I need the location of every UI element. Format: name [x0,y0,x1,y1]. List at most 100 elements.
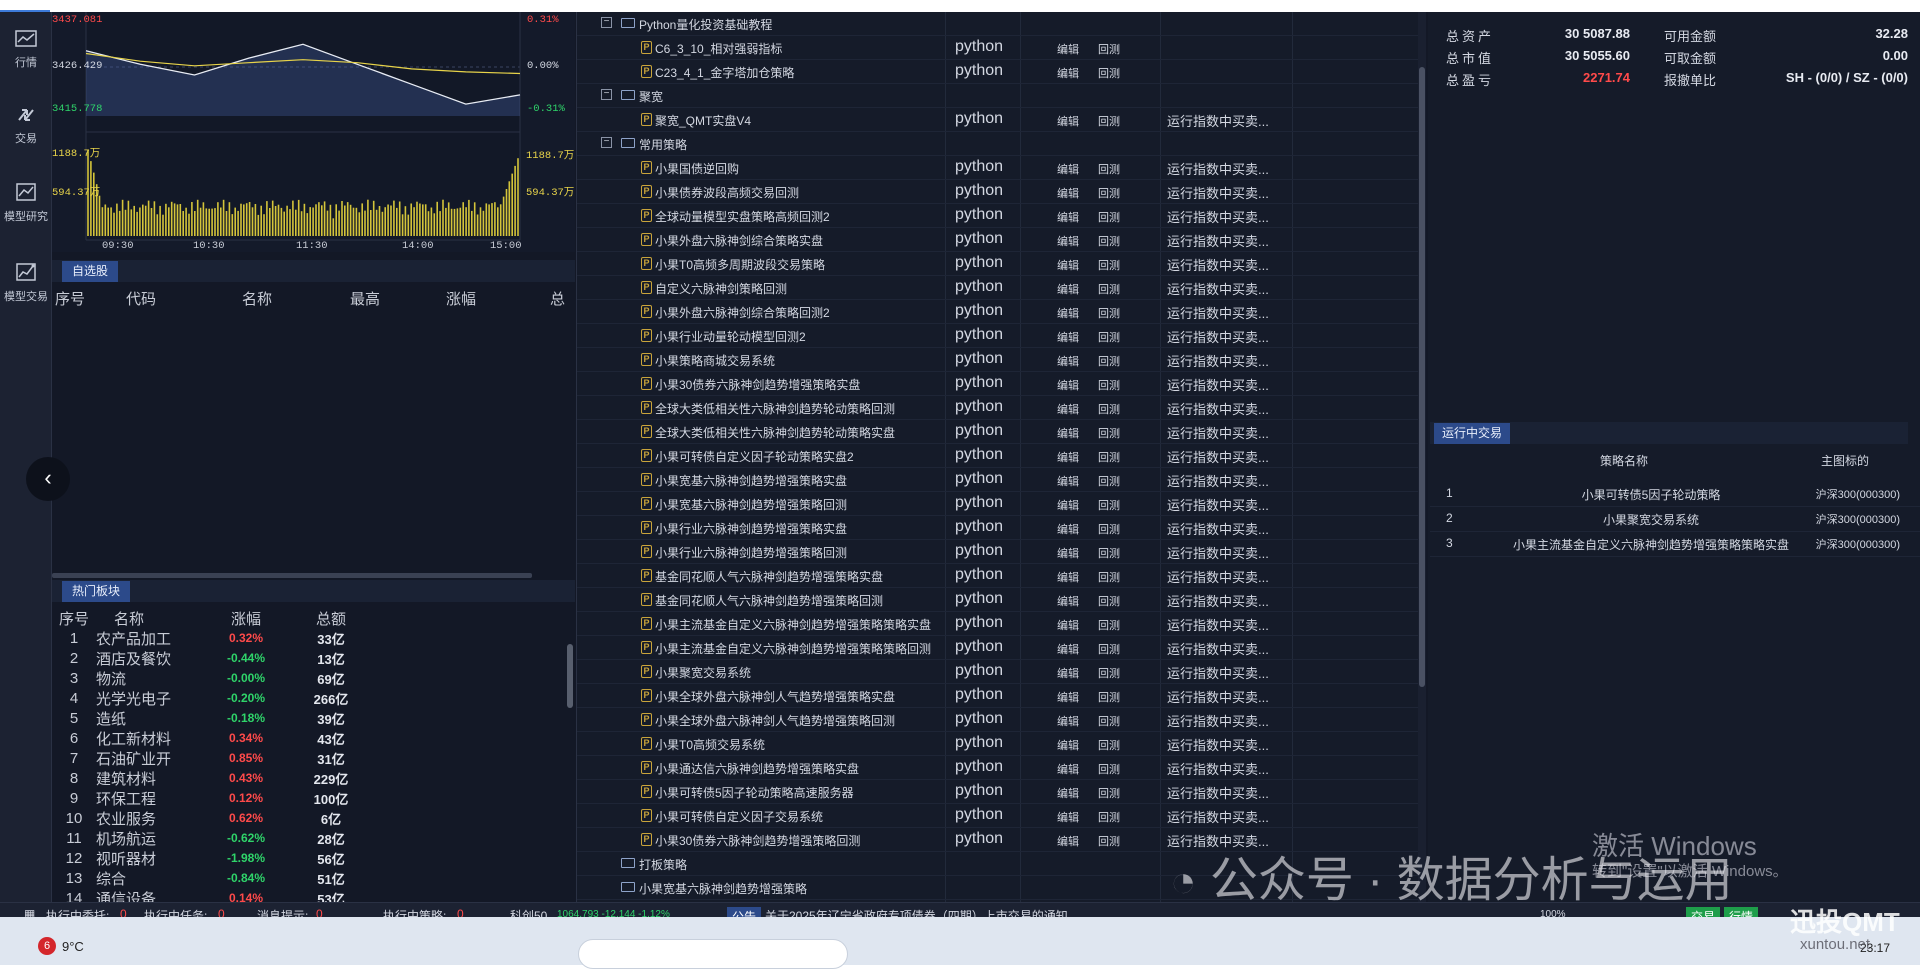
tree-folder-row[interactable]: − 聚宽 [577,84,1419,108]
edit-button[interactable]: 编辑 [1057,713,1079,729]
weather-temp[interactable]: 9°C [62,939,84,954]
tree-strategy-row[interactable]: P 小果宽基六脉神剑趋势增强策略实盘 python 编辑 回测 运行指数中买卖... [577,468,1419,492]
col-header[interactable]: 主图标的 [1821,452,1869,469]
run-mode[interactable]: 运行指数中买卖... [1167,111,1269,130]
tree-strategy-row[interactable]: P 小果宽基六脉神剑趋势增强策略回测 python 编辑 回测 运行指数中买卖... [577,492,1419,516]
col-header[interactable]: 代码 [112,288,214,310]
backtest-button[interactable]: 回测 [1098,113,1120,129]
backtest-button[interactable]: 回测 [1098,785,1120,801]
run-mode[interactable]: 运行指数中买卖... [1167,207,1269,226]
running-row[interactable]: 1 小果可转债5因子轮动策略 沪深300(000300) [1430,482,1920,507]
edit-button[interactable]: 编辑 [1057,185,1079,201]
run-mode[interactable]: 运行指数中买卖... [1167,279,1269,298]
running-row[interactable]: 3 小果主流基金自定义六脉神剑趋势增强策略策略实盘 沪深300(000300) [1430,532,1920,557]
edit-button[interactable]: 编辑 [1057,497,1079,513]
edit-button[interactable]: 编辑 [1057,569,1079,585]
tree-strategy-row[interactable]: P 小果可转债5因子轮动策略高速服务器 python 编辑 回测 运行指数中买卖... [577,780,1419,804]
tree-strategy-row[interactable]: P 小果国债逆回购 python 编辑 回测 运行指数中买卖... [577,156,1419,180]
run-mode[interactable]: 运行指数中买卖... [1167,735,1269,754]
col-header[interactable]: 策略名称 [1600,452,1648,469]
backtest-button[interactable]: 回测 [1098,833,1120,849]
table-row[interactable]: 6 化工新材料 0.34% 43亿 [52,728,572,748]
collapse-toggle-icon[interactable]: − [601,17,612,28]
edit-button[interactable]: 编辑 [1057,449,1079,465]
rail-item-model-trade[interactable]: 模型交易 [0,244,52,316]
edit-button[interactable]: 编辑 [1057,665,1079,681]
tree-strategy-row[interactable]: P 小果行业六脉神剑趋势增强策略实盘 python 编辑 回测 运行指数中买卖... [577,516,1419,540]
backtest-button[interactable]: 回测 [1098,737,1120,753]
tab-watchlist[interactable]: 自选股 [62,261,119,282]
running-row[interactable]: 2 小果聚宽交易系统 沪深300(000300) [1430,507,1920,532]
table-row[interactable]: 10 农业服务 0.62% 6亿 [52,808,572,828]
watchlist-hscrollbar[interactable] [52,573,532,578]
tree-strategy-row[interactable]: P 小果行业六脉神剑趋势增强策略回测 python 编辑 回测 运行指数中买卖... [577,540,1419,564]
backtest-button[interactable]: 回测 [1098,521,1120,537]
edit-button[interactable]: 编辑 [1057,737,1079,753]
collapse-toggle-icon[interactable]: − [601,89,612,100]
edit-button[interactable]: 编辑 [1057,233,1079,249]
run-mode[interactable]: 运行指数中买卖... [1167,183,1269,202]
run-mode[interactable]: 运行指数中买卖... [1167,663,1269,682]
edit-button[interactable]: 编辑 [1057,209,1079,225]
backtest-button[interactable]: 回测 [1098,449,1120,465]
run-mode[interactable]: 运行指数中买卖... [1167,615,1269,634]
run-mode[interactable]: 运行指数中买卖... [1167,327,1269,346]
table-row[interactable]: 7 石油矿业开 0.85% 31亿 [52,748,572,768]
collapse-panel-button[interactable]: ‹ [26,457,70,501]
strategy-tree-vscrollbar[interactable] [1418,12,1426,902]
run-mode[interactable]: 运行指数中买卖... [1167,807,1269,826]
edit-button[interactable]: 编辑 [1057,545,1079,561]
col-header[interactable]: 最高 [318,288,426,310]
backtest-button[interactable]: 回测 [1098,497,1120,513]
run-mode[interactable]: 运行指数中买卖... [1167,255,1269,274]
tree-strategy-row[interactable]: P 小果T0高频交易系统 python 编辑 回测 运行指数中买卖... [577,732,1419,756]
run-mode[interactable]: 运行指数中买卖... [1167,303,1269,322]
edit-button[interactable]: 编辑 [1057,353,1079,369]
rail-item-trade[interactable]: 交易 [0,88,52,160]
edit-button[interactable]: 编辑 [1057,425,1079,441]
backtest-button[interactable]: 回测 [1098,233,1120,249]
edit-button[interactable]: 编辑 [1057,281,1079,297]
edit-button[interactable]: 编辑 [1057,401,1079,417]
edit-button[interactable]: 编辑 [1057,473,1079,489]
table-row[interactable]: 4 光学光电子 -0.20% 266亿 [52,688,572,708]
edit-button[interactable]: 编辑 [1057,689,1079,705]
backtest-button[interactable]: 回测 [1098,689,1120,705]
collapse-toggle-icon[interactable]: − [601,137,612,148]
run-mode[interactable]: 运行指数中买卖... [1167,759,1269,778]
table-row[interactable]: 8 建筑材料 0.43% 229亿 [52,768,572,788]
backtest-button[interactable]: 回测 [1098,185,1120,201]
run-mode[interactable]: 运行指数中买卖... [1167,591,1269,610]
rail-item-model-research[interactable]: 模型研究 [0,164,52,236]
tree-strategy-row[interactable]: P 小果30债券六脉神剑趋势增强策略实盘 python 编辑 回测 运行指数中买卖... [577,372,1419,396]
backtest-button[interactable]: 回测 [1098,761,1120,777]
run-mode[interactable]: 运行指数中买卖... [1167,783,1269,802]
tree-strategy-row[interactable]: P 小果可转债自定义因子交易系统 python 编辑 回测 运行指数中买卖... [577,804,1419,828]
table-row[interactable]: 5 造纸 -0.18% 39亿 [52,708,572,728]
col-header[interactable]: 名称 [214,288,318,310]
tree-strategy-row[interactable]: P 小果全球外盘六脉神剑人气趋势增强策略回测 python 编辑 回测 运行指数中买卖..… [577,708,1419,732]
tree-strategy-row[interactable]: P 小果外盘六脉神剑综合策略回测2 python 编辑 回测 运行指数中买卖... [577,300,1419,324]
run-mode[interactable]: 运行指数中买卖... [1167,447,1269,466]
backtest-button[interactable]: 回测 [1098,401,1120,417]
edit-button[interactable]: 编辑 [1057,761,1079,777]
edit-button[interactable]: 编辑 [1057,521,1079,537]
backtest-button[interactable]: 回测 [1098,617,1120,633]
tree-strategy-row[interactable]: P 小果策略商城交易系统 python 编辑 回测 运行指数中买卖... [577,348,1419,372]
table-row[interactable]: 11 机场航运 -0.62% 28亿 [52,828,572,848]
table-row[interactable]: 13 综合 -0.84% 51亿 [52,868,572,888]
backtest-button[interactable]: 回测 [1098,65,1120,81]
backtest-button[interactable]: 回测 [1098,305,1120,321]
tree-strategy-row[interactable]: P 全球大类低相关性六脉神剑趋势轮动策略实盘 python 编辑 回测 运行指数中买卖..… [577,420,1419,444]
tree-strategy-row[interactable]: P 小果主流基金自定义六脉神剑趋势增强策略策略回测 python 编辑 回测 运行指数中买… [577,636,1419,660]
edit-button[interactable]: 编辑 [1057,41,1079,57]
tab-running-trades[interactable]: 运行中交易 [1434,423,1511,444]
col-header[interactable]: 总额 [286,608,376,628]
tree-strategy-row[interactable]: P C23_4_1_金字塔加仓策略 python 编辑 回测 [577,60,1419,84]
edit-button[interactable]: 编辑 [1057,305,1079,321]
backtest-button[interactable]: 回测 [1098,329,1120,345]
run-mode[interactable]: 运行指数中买卖... [1167,519,1269,538]
backtest-button[interactable]: 回测 [1098,665,1120,681]
col-header[interactable]: 涨幅 [206,608,286,628]
backtest-button[interactable]: 回测 [1098,281,1120,297]
